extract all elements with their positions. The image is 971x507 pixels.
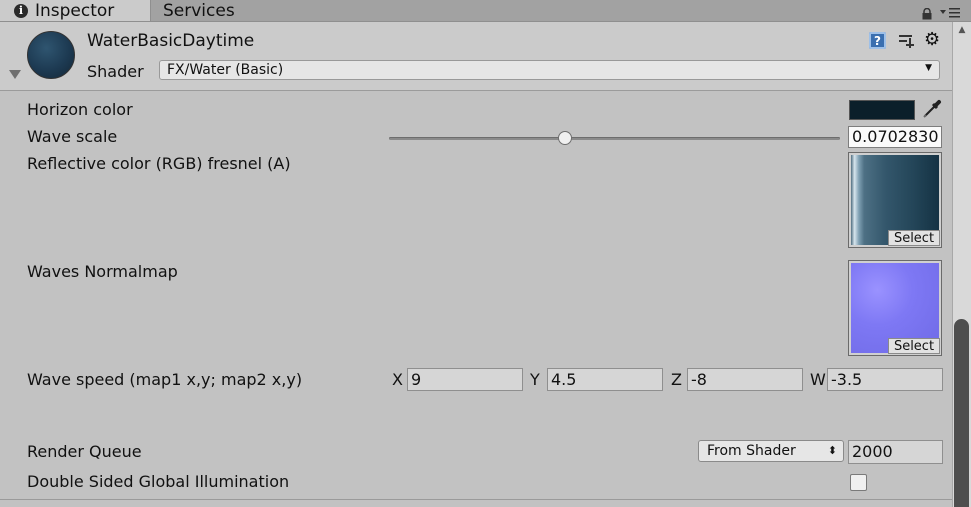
wave-speed-x-input[interactable]: 9 (407, 368, 523, 391)
shader-dropdown[interactable]: FX/Water (Basic) ▼ (159, 60, 940, 80)
wave-scale-input[interactable]: 0.0702830 (848, 126, 942, 148)
wave-speed-y-label: Y (530, 370, 540, 389)
shader-label: Shader (87, 62, 144, 81)
wave-speed-w-label: W (810, 370, 826, 389)
wave-speed-w-input[interactable]: -3.5 (827, 368, 943, 391)
material-header: WaterBasicDaytime Shader FX/Water (Basic… (0, 22, 952, 91)
help-icon[interactable]: ? (869, 32, 886, 49)
tab-inspector-label: Inspector (35, 0, 115, 21)
wave-speed-z-label: Z (671, 370, 682, 389)
lock-icon[interactable] (922, 5, 932, 20)
wave-speed-y-input[interactable]: 4.5 (547, 368, 663, 391)
wave-scale-label: Wave scale (27, 127, 118, 146)
render-queue-mode: From Shader (707, 443, 796, 459)
wave-scale-slider-track[interactable] (389, 137, 840, 140)
dropdown-caret-icon: ▼ (925, 63, 932, 73)
tab-services[interactable]: Services (152, 0, 272, 21)
foldout-arrow-icon[interactable] (9, 70, 21, 79)
divider (0, 499, 952, 500)
scroll-up-arrow-icon[interactable]: ▲ (953, 25, 971, 39)
wave-speed-x-label: X (392, 370, 403, 389)
wave-speed-label: Wave speed (map1 x,y; map2 x,y) (27, 370, 303, 389)
horizon-color-swatch[interactable] (849, 100, 915, 120)
waves-normalmap-select-button[interactable]: Select (888, 338, 940, 354)
waves-normalmap-texture-slot[interactable]: Select (848, 260, 942, 356)
render-queue-label: Render Queue (27, 442, 142, 461)
material-preview-thumbnail (27, 31, 75, 79)
render-queue-input[interactable]: 2000 (848, 440, 943, 464)
material-name: WaterBasicDaytime (87, 31, 255, 51)
horizon-color-label: Horizon color (27, 100, 133, 119)
gear-icon[interactable]: ⚙ (924, 30, 944, 50)
reflective-color-label: Reflective color (RGB) fresnel (A) (27, 154, 291, 173)
tab-services-label: Services (163, 0, 235, 21)
info-icon: i (14, 3, 28, 18)
double-sided-gi-checkbox[interactable] (850, 474, 867, 491)
wave-scale-slider-thumb[interactable] (557, 131, 572, 145)
render-queue-dropdown[interactable]: From Shader ⬍ (698, 440, 844, 462)
scrollbar-thumb[interactable] (954, 319, 969, 507)
updown-caret-icon: ⬍ (827, 444, 837, 457)
reflective-color-texture-slot[interactable]: Select (848, 152, 942, 248)
tab-inspector[interactable]: i Inspector (0, 0, 151, 21)
eyedropper-icon[interactable] (921, 98, 943, 120)
shader-dropdown-value: FX/Water (Basic) (167, 62, 284, 78)
reflective-color-select-button[interactable]: Select (888, 230, 940, 246)
double-sided-gi-label: Double Sided Global Illumination (27, 472, 290, 491)
presets-icon[interactable] (897, 32, 915, 49)
window-menu-icon[interactable] (939, 4, 961, 18)
waves-normalmap-label: Waves Normalmap (27, 262, 178, 281)
wave-speed-z-input[interactable]: -8 (687, 368, 803, 391)
